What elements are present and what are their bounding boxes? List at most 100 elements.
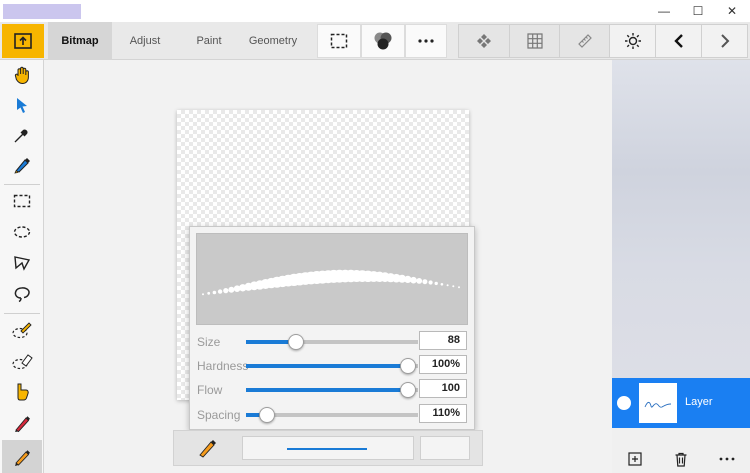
canvas-area[interactable]: Size 88 Hardness 100% Flow 100 Spacing 1…: [45, 60, 611, 473]
hardness-value-field[interactable]: 100%: [419, 355, 467, 374]
layer-visibility-toggle[interactable]: [617, 396, 631, 410]
size-slider[interactable]: [246, 334, 418, 350]
selection-button[interactable]: [317, 24, 361, 58]
size-value-field[interactable]: 88: [419, 331, 467, 350]
tab-geometry[interactable]: Geometry: [240, 22, 306, 60]
pan-tool[interactable]: [2, 60, 42, 90]
blend-button[interactable]: [361, 24, 405, 58]
fill-tool[interactable]: [2, 377, 42, 407]
slider-thumb[interactable]: [399, 358, 416, 374]
polygon-lasso-icon: [14, 256, 31, 271]
layer-thumbnail: [639, 383, 677, 423]
pencil-tool[interactable]: [2, 408, 42, 438]
stroke-dab: [440, 283, 444, 286]
layer-thumbnail-scribble: [644, 401, 672, 408]
add-layer-icon: [628, 452, 642, 466]
flow-value-field[interactable]: 100: [419, 379, 467, 398]
lasso-tool[interactable]: [2, 279, 42, 309]
delete-layer-button[interactable]: [658, 445, 704, 473]
tab-bitmap[interactable]: Bitmap: [48, 22, 112, 60]
grid-button[interactable]: [510, 24, 560, 58]
stroke-dab: [223, 288, 229, 294]
top-toolbar: Bitmap Adjust Paint Geometry: [0, 22, 750, 60]
view-tools-group: [458, 24, 748, 58]
selection-brush-tool[interactable]: [2, 315, 42, 345]
tab-paint[interactable]: Paint: [178, 22, 240, 60]
slider-thumb[interactable]: [399, 382, 416, 398]
slider-fill: [246, 364, 408, 368]
layers-diamond-button[interactable]: [458, 24, 510, 58]
stroke-dab: [446, 284, 449, 287]
selection-eraser-icon: [12, 354, 33, 370]
stroke-dab: [228, 286, 235, 293]
brush-preset-button[interactable]: [196, 437, 218, 462]
stroke-line-sample: [287, 448, 367, 450]
stroke-dab: [422, 279, 428, 285]
export-button[interactable]: [2, 24, 44, 58]
brush-color-field[interactable]: [420, 436, 470, 460]
red-pencil-icon: [15, 416, 30, 433]
add-layer-button[interactable]: [612, 445, 658, 473]
arrow-pointer-icon: [17, 98, 27, 113]
hardness-slider[interactable]: [246, 358, 418, 374]
brush-settings-flyout: Size 88 Hardness 100% Flow 100 Spacing 1…: [189, 226, 475, 430]
close-button[interactable]: ✕: [715, 0, 749, 22]
hand-icon: [14, 66, 29, 85]
spacing-slider[interactable]: [246, 407, 418, 423]
spacing-label: Spacing: [197, 408, 241, 422]
grid-icon: [526, 33, 543, 49]
rect-select-tool[interactable]: [2, 186, 42, 216]
layer-item[interactable]: Layer: [612, 378, 750, 428]
maximize-button[interactable]: ☐: [681, 0, 715, 22]
layers-panel-background: [612, 60, 750, 378]
ellipse-select-icon: [13, 226, 31, 238]
app-title-block: [3, 4, 81, 19]
forward-button[interactable]: [702, 24, 748, 58]
layer-actions-bar: [612, 445, 750, 473]
spacing-value-field[interactable]: 110%: [419, 404, 467, 423]
tool-divider: [4, 313, 40, 314]
tool-divider: [4, 184, 40, 185]
slider-thumb[interactable]: [287, 334, 304, 350]
more-icon: [719, 457, 735, 461]
eyedropper-tool[interactable]: [2, 120, 42, 150]
brush-stroke-selector[interactable]: [242, 436, 414, 460]
marker-tool[interactable]: [2, 150, 42, 180]
more-button[interactable]: [405, 24, 447, 58]
orange-brush-icon: [199, 440, 216, 458]
stroke-dab: [202, 293, 204, 296]
ruler-button[interactable]: [560, 24, 610, 58]
lasso-icon: [14, 287, 30, 303]
stroke-dab: [428, 280, 433, 285]
brightness-button[interactable]: [610, 24, 656, 58]
blend-icon: [374, 32, 392, 50]
slider-thumb[interactable]: [258, 407, 275, 423]
orange-brush-icon: [15, 449, 30, 466]
eyedropper-icon: [14, 129, 28, 143]
flow-slider[interactable]: [246, 382, 418, 398]
rectangle-select-icon: [13, 194, 31, 208]
brush-tool[interactable]: [2, 440, 42, 473]
selection-icon: [330, 33, 348, 49]
tab-adjust[interactable]: Adjust: [112, 22, 178, 60]
marker-icon: [14, 158, 30, 174]
selection-brush-icon: [12, 322, 32, 339]
ellipse-select-tool[interactable]: [2, 217, 42, 247]
stroke-dab: [452, 285, 455, 288]
stroke-dab: [217, 289, 223, 294]
stroke-dab: [416, 278, 423, 284]
trash-icon: [675, 452, 687, 467]
layer-name: Layer: [685, 396, 713, 408]
selection-eraser-tool[interactable]: [2, 346, 42, 376]
pointing-hand-icon: [17, 383, 29, 401]
title-bar: — ☐ ✕: [0, 0, 750, 22]
ruler-icon: [577, 34, 592, 48]
polygon-select-tool[interactable]: [2, 248, 42, 278]
minimize-button[interactable]: —: [647, 0, 681, 22]
hardness-label: Hardness: [197, 359, 249, 373]
back-button[interactable]: [656, 24, 702, 58]
layer-more-button[interactable]: [704, 445, 750, 473]
stroke-dab: [207, 291, 211, 295]
pointer-tool[interactable]: [2, 90, 42, 120]
stroke-preview-graphic: [202, 269, 460, 296]
